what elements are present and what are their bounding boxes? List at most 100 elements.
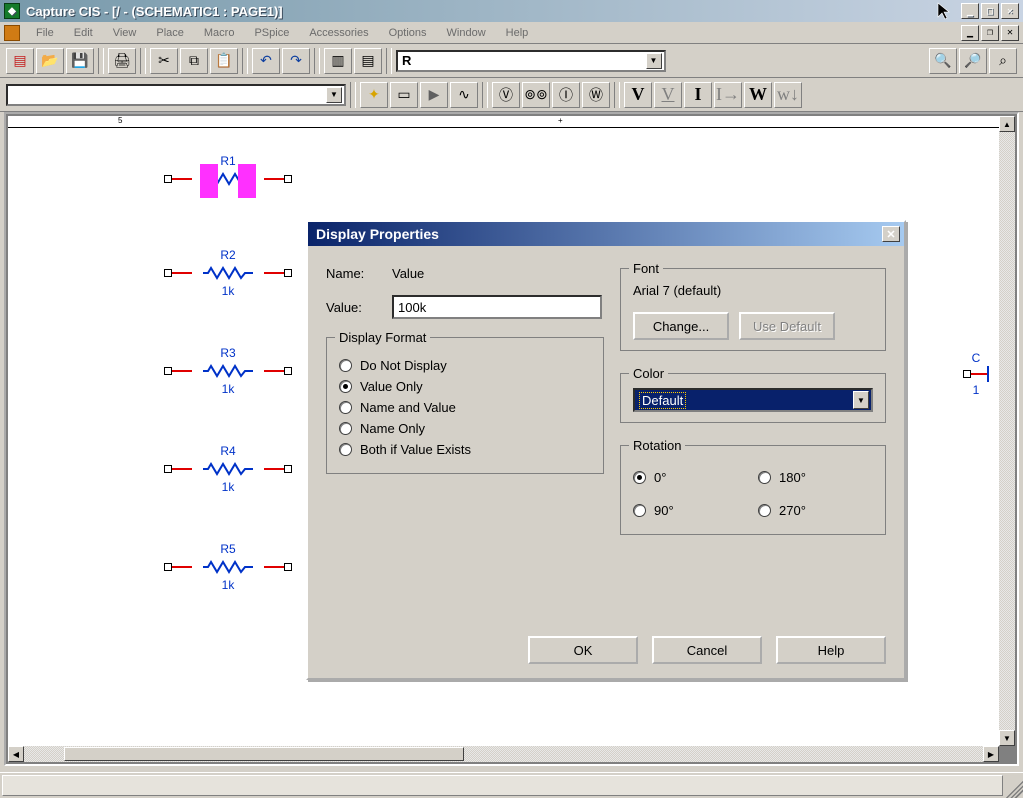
- zoom-in-button[interactable]: 🔍: [929, 48, 957, 74]
- radio-rot-0[interactable]: 0°: [633, 470, 748, 485]
- component-c-partial[interactable]: C 1: [963, 351, 989, 397]
- radio-value-only[interactable]: Value Only: [339, 379, 591, 394]
- cancel-button[interactable]: Cancel: [652, 636, 762, 664]
- power-probe-icon: Ⓦ: [589, 85, 603, 105]
- paste-button[interactable]: 📋: [210, 48, 238, 74]
- mdi-minimize-button[interactable]: ▁: [961, 25, 979, 41]
- component-r5[interactable]: R5 1k: [168, 542, 288, 592]
- voltage-marker-button[interactable]: Ⓥ: [492, 82, 520, 108]
- undo-button[interactable]: ↶: [252, 48, 280, 74]
- radio-rot-90[interactable]: 90°: [633, 503, 748, 518]
- power-marker-button[interactable]: Ⓦ: [582, 82, 610, 108]
- pin-left[interactable]: [164, 563, 172, 571]
- view-results-button[interactable]: ∿: [450, 82, 478, 108]
- pin-left[interactable]: [164, 465, 172, 473]
- menu-edit[interactable]: Edit: [64, 25, 103, 41]
- zoom-area-button[interactable]: ⌕: [989, 48, 1017, 74]
- diff-marker-button[interactable]: ⊚⊚: [522, 82, 550, 108]
- value-input[interactable]: [392, 295, 602, 319]
- scroll-thumb[interactable]: [64, 747, 464, 761]
- ok-button[interactable]: OK: [528, 636, 638, 664]
- tile-v-button[interactable]: ▥: [324, 48, 352, 74]
- i-toggle-button[interactable]: I→: [714, 82, 742, 108]
- run-button[interactable]: ▶: [420, 82, 448, 108]
- pin-left[interactable]: [164, 269, 172, 277]
- save-button[interactable]: 💾: [66, 48, 94, 74]
- menu-macro[interactable]: Macro: [194, 25, 245, 41]
- pin-right[interactable]: [284, 367, 292, 375]
- radio-name-only[interactable]: Name Only: [339, 421, 591, 436]
- scroll-left-button[interactable]: ◀: [8, 746, 24, 762]
- menu-help[interactable]: Help: [496, 25, 539, 41]
- menu-window[interactable]: Window: [437, 25, 496, 41]
- menu-accessories[interactable]: Accessories: [299, 25, 378, 41]
- pin-left[interactable]: [963, 370, 971, 378]
- component-r1[interactable]: R1: [168, 154, 288, 188]
- redo-button[interactable]: ↷: [282, 48, 310, 74]
- part-name-combo[interactable]: R ▼: [396, 50, 666, 72]
- scroll-up-button[interactable]: ▲: [999, 116, 1015, 132]
- pin-left[interactable]: [164, 175, 172, 183]
- radio-do-not-display[interactable]: Do Not Display: [339, 358, 591, 373]
- zoom-out-button[interactable]: 🔎: [959, 48, 987, 74]
- dialog-close-button[interactable]: ✕: [882, 226, 900, 242]
- mdi-restore-button[interactable]: ❐: [981, 25, 999, 41]
- selection-handle[interactable]: [200, 180, 218, 198]
- scrollbar-vertical[interactable]: ▲ ▼: [999, 116, 1015, 746]
- pin-right[interactable]: [284, 465, 292, 473]
- menu-place[interactable]: Place: [146, 25, 194, 41]
- resize-grip[interactable]: [1005, 773, 1023, 798]
- chevron-down-icon[interactable]: ▼: [646, 53, 662, 69]
- pin-right[interactable]: [284, 563, 292, 571]
- i-bias-button[interactable]: I: [684, 82, 712, 108]
- component-r4[interactable]: R4 1k: [168, 444, 288, 494]
- simulation-profile-combo[interactable]: ▼: [6, 84, 346, 106]
- radio-name-and-value[interactable]: Name and Value: [339, 400, 591, 415]
- radio-icon: [633, 504, 646, 517]
- scroll-track[interactable]: [999, 132, 1015, 730]
- color-select[interactable]: Default ▼: [633, 388, 873, 412]
- v-toggle-button[interactable]: V: [654, 82, 682, 108]
- open-button[interactable]: 📂: [36, 48, 64, 74]
- tile-h-button[interactable]: ▤: [354, 48, 382, 74]
- scroll-right-button[interactable]: ▶: [983, 746, 999, 762]
- print-button[interactable]: 🖨: [108, 48, 136, 74]
- new-sim-profile-button[interactable]: ✦: [360, 82, 388, 108]
- radio-rot-180[interactable]: 180°: [758, 470, 873, 485]
- chevron-down-icon[interactable]: ▼: [326, 87, 342, 103]
- pin-left[interactable]: [164, 367, 172, 375]
- scroll-down-button[interactable]: ▼: [999, 730, 1015, 746]
- current-marker-button[interactable]: Ⓘ: [552, 82, 580, 108]
- component-r3[interactable]: R3 1k: [168, 346, 288, 396]
- w-bias-button[interactable]: W: [744, 82, 772, 108]
- component-r2[interactable]: R2 1k: [168, 248, 288, 298]
- change-font-button[interactable]: Change...: [633, 312, 729, 340]
- maximize-button[interactable]: □: [981, 3, 999, 19]
- menu-view[interactable]: View: [103, 25, 147, 41]
- dialog-titlebar[interactable]: Display Properties ✕: [308, 222, 904, 246]
- toolbar-pspice: ▼ ✦ ▭ ▶ ∿ Ⓥ ⊚⊚ Ⓘ Ⓦ V V I I→ W w↓: [0, 78, 1023, 112]
- pin-right[interactable]: [284, 269, 292, 277]
- cut-button[interactable]: ✂: [150, 48, 178, 74]
- radio-rot-270[interactable]: 270°: [758, 503, 873, 518]
- tile-vertical-icon: ▥: [331, 52, 344, 69]
- scrollbar-horizontal[interactable]: ◀ ▶: [8, 746, 999, 762]
- selection-handle[interactable]: [238, 180, 256, 198]
- pin-right[interactable]: [284, 175, 292, 183]
- help-button[interactable]: Help: [776, 636, 886, 664]
- new-button[interactable]: ▤: [6, 48, 34, 74]
- chevron-down-icon[interactable]: ▼: [853, 391, 869, 409]
- close-button[interactable]: ✕: [1001, 3, 1019, 19]
- v-bias-button[interactable]: V: [624, 82, 652, 108]
- mdi-close-button[interactable]: ✕: [1001, 25, 1019, 41]
- edit-sim-settings-button[interactable]: ▭: [390, 82, 418, 108]
- copy-button[interactable]: ⧉: [180, 48, 208, 74]
- menu-pspice[interactable]: PSpice: [244, 25, 299, 41]
- scroll-track[interactable]: [24, 746, 983, 762]
- menu-file[interactable]: File: [26, 25, 64, 41]
- minimize-button[interactable]: ▁: [961, 3, 979, 19]
- w-toggle-button[interactable]: w↓: [774, 82, 802, 108]
- separator: [614, 82, 620, 108]
- menu-options[interactable]: Options: [379, 25, 437, 41]
- radio-both-if-value-exists[interactable]: Both if Value Exists: [339, 442, 591, 457]
